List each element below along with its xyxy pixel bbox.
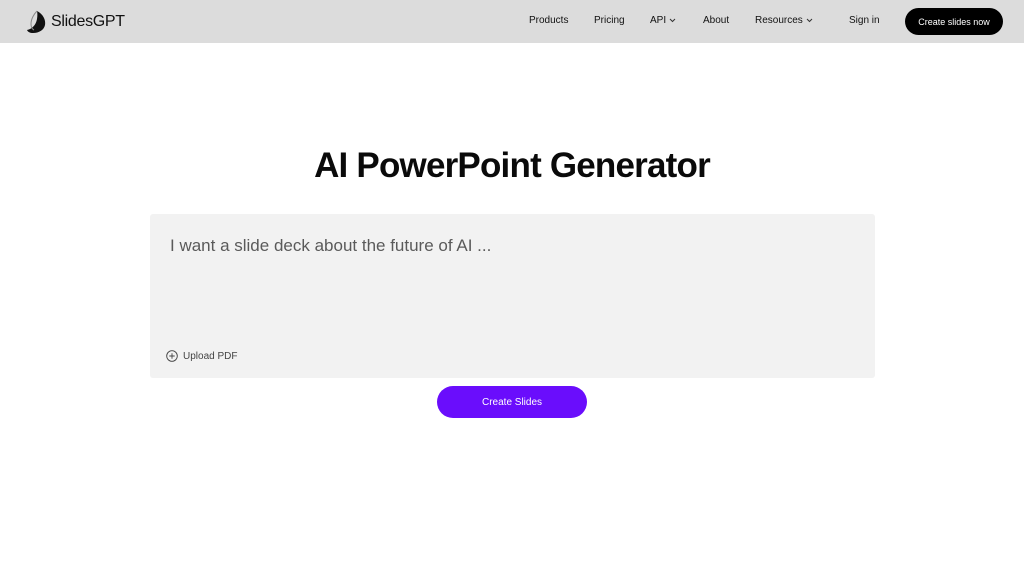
upload-pdf-button[interactable]: Upload PDF bbox=[166, 350, 237, 362]
nav-item-label: About bbox=[703, 15, 730, 26]
nav-item-label: Resources bbox=[755, 15, 803, 26]
nav-item-label: API bbox=[650, 15, 667, 26]
nav-item-api[interactable]: API bbox=[650, 15, 676, 26]
upload-pdf-label: Upload PDF bbox=[183, 350, 238, 362]
prompt-container: Upload PDF bbox=[150, 214, 875, 378]
nav-links: Products Pricing API About Resources Sig… bbox=[0, 0, 1024, 43]
sign-in-link[interactable]: Sign in bbox=[849, 15, 880, 26]
nav-item-resources[interactable]: Resources bbox=[755, 15, 813, 26]
chevron-down-icon bbox=[669, 18, 676, 23]
page-title: AI PowerPoint Generator bbox=[314, 146, 711, 185]
nav-item-pricing[interactable]: Pricing bbox=[594, 15, 625, 26]
chevron-down-icon bbox=[806, 18, 813, 23]
sign-in-label: Sign in bbox=[849, 15, 880, 26]
nav-item-products[interactable]: Products bbox=[529, 15, 568, 26]
plus-circle-icon bbox=[166, 350, 178, 362]
nav-item-label: Products bbox=[529, 15, 569, 26]
create-slides-now-button[interactable]: Create slides now bbox=[905, 8, 1003, 35]
top-navbar: SlidesGPT Products Pricing API About Res… bbox=[0, 0, 1024, 43]
create-slides-button[interactable]: Create Slides bbox=[437, 386, 587, 418]
nav-item-label: Pricing bbox=[594, 15, 625, 26]
nav-item-about[interactable]: About bbox=[703, 15, 729, 26]
prompt-input[interactable] bbox=[170, 236, 850, 326]
